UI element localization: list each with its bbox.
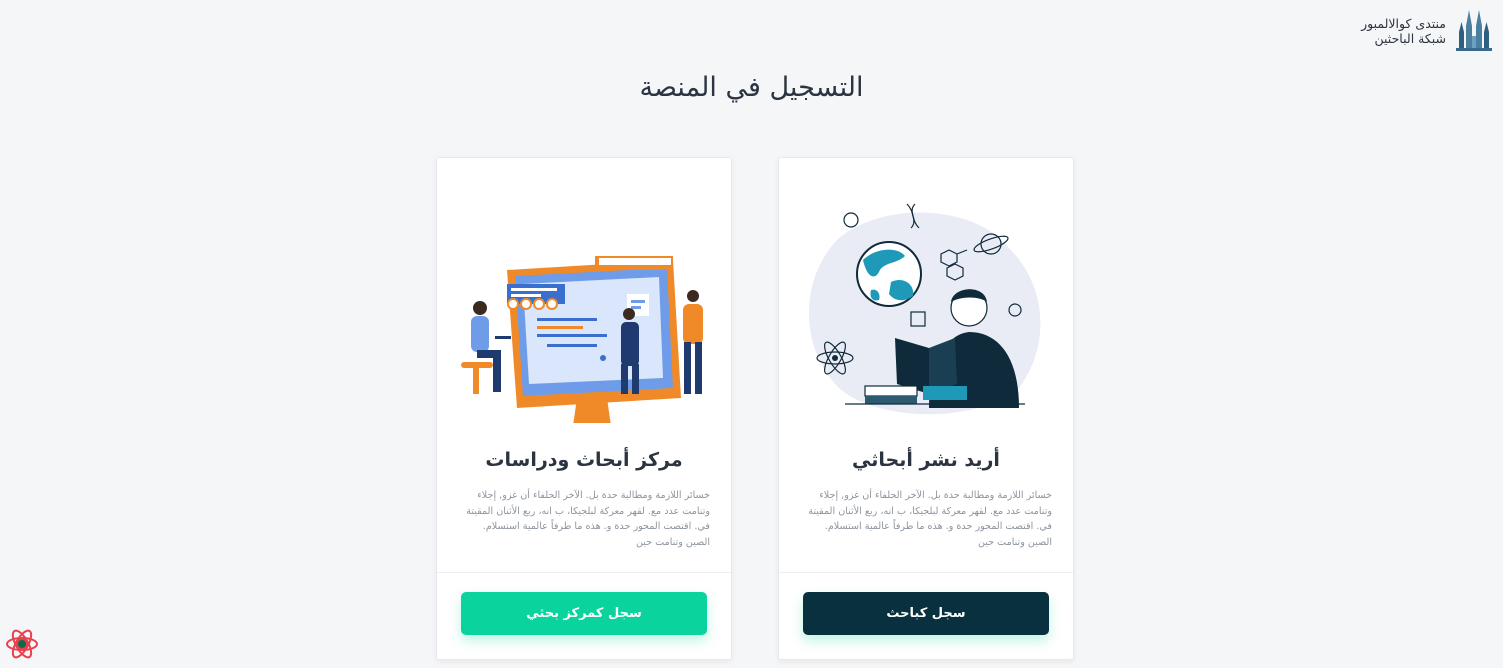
logo-line-2: شبكة الباحثين (1374, 31, 1446, 46)
card-divider (779, 572, 1073, 573)
card-divider (437, 572, 731, 573)
page-title: التسجيل في المنصة (639, 72, 864, 103)
researcher-description: خسائر اللازمة ومطالبة حدة بل. الآخر الحل… (808, 490, 1052, 548)
register-researcher-button[interactable]: سجل كباحث (803, 592, 1049, 635)
research-center-card: مركز أبحاث ودراسات خسائر اللازمة ومطالبة… (436, 157, 732, 660)
researcher-title: أريد نشر أبحاثي (852, 449, 1000, 471)
register-research-center-button[interactable]: سجل كمركز بحثي (461, 592, 707, 635)
site-logo[interactable]: منتدى كوالالمبور شبكة الباحثين (1361, 8, 1494, 54)
research-team-illustration (461, 256, 703, 423)
research-center-description: خسائر اللازمة ومطالبة حدة بل. الآخر الحل… (466, 490, 710, 548)
logo-line-1: منتدى كوالالمبور (1361, 16, 1446, 31)
react-devtools-icon[interactable] (5, 627, 39, 661)
kl-tower-logo-icon (1456, 10, 1492, 51)
researcher-card: أريد نشر أبحاثي خسائر اللازمة ومطالبة حد… (778, 157, 1074, 660)
researcher-reading-illustration (809, 203, 1041, 415)
research-center-title: مركز أبحاث ودراسات (485, 449, 683, 471)
